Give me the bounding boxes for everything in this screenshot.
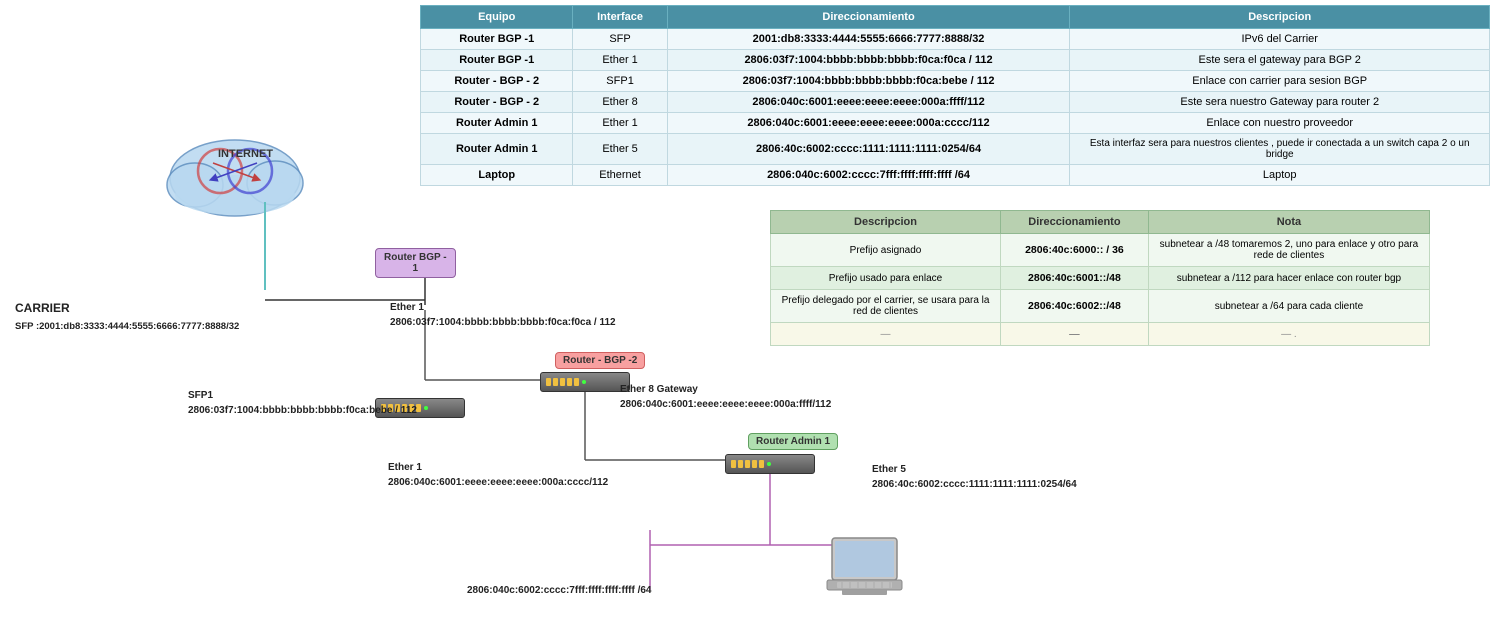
col-header-interface: Interface <box>573 6 667 29</box>
laptop-icon <box>822 533 912 608</box>
cell-direccionamiento: 2806:040c:6002:cccc:7fff:ffff:ffff:ffff … <box>667 165 1070 186</box>
lower-cell-nota: subnetear a /64 para cada cliente <box>1148 290 1429 323</box>
cell-descripcion: Enlace con nuestro proveedor <box>1070 113 1490 134</box>
cell-direccionamiento: 2806:03f7:1004:bbbb:bbbb:bbbb:f0ca:f0ca … <box>667 50 1070 71</box>
carrier-label: CARRIER SFP :2001:db8:3333:4444:5555:666… <box>15 300 239 334</box>
lower-cell-dir: 2806:40c:6002::/48 <box>1001 290 1149 323</box>
cell-equipo: Router - BGP - 2 <box>421 92 573 113</box>
cell-descripcion: IPv6 del Carrier <box>1070 29 1490 50</box>
col-header-equipo: Equipo <box>421 6 573 29</box>
cell-direccionamiento: 2001:db8:3333:4444:5555:6666:7777:8888/3… <box>667 29 1070 50</box>
cell-equipo: Router Admin 1 <box>421 134 573 165</box>
lower-cell-desc: Prefijo delegado por el carrier, se usar… <box>771 290 1001 323</box>
lower-cell-nota: subnetear a /112 para hacer enlace con r… <box>1148 267 1429 290</box>
table-row: Router - BGP - 2 Ether 8 2806:040c:6001:… <box>421 92 1490 113</box>
table-row: Laptop Ethernet 2806:040c:6002:cccc:7fff… <box>421 165 1490 186</box>
cell-interface: Ether 8 <box>573 92 667 113</box>
cell-equipo: Router - BGP - 2 <box>421 71 573 92</box>
cell-interface: Ether 5 <box>573 134 667 165</box>
lower-cell-dir: 2806:40c:6000:: / 36 <box>1001 234 1149 267</box>
cell-direccionamiento: 2806:03f7:1004:bbbb:bbbb:bbbb:f0ca:bebe … <box>667 71 1070 92</box>
lower-col-nota: Nota <box>1148 211 1429 234</box>
carrier-text: CARRIER <box>15 301 70 315</box>
lower-cell-desc: Prefijo asignado <box>771 234 1001 267</box>
router-bgp2-label: Router - BGP -2 <box>555 352 645 369</box>
lower-table-row: Prefijo usado para enlace 2806:40c:6001:… <box>771 267 1430 290</box>
cell-descripcion: Laptop <box>1070 165 1490 186</box>
cell-descripcion: Esta interfaz sera para nuestros cliente… <box>1070 134 1490 165</box>
router-admin1-label: Router Admin 1 <box>748 433 838 450</box>
lower-col-desc: Descripcion <box>771 211 1001 234</box>
lower-cell-dir: — <box>1001 323 1149 346</box>
lower-table-section: Descripcion Direccionamiento Nota Prefij… <box>770 210 1430 346</box>
ether5-label: Ether 5 2806:40c:6002:cccc:1111:1111:111… <box>872 462 1077 492</box>
ether1-bgp1-label: Ether 1 2806:03f7:1004:bbbb:bbbb:bbbb:f0… <box>390 300 616 330</box>
sfp1-bgp2-label: SFP1 2806:03f7:1004:bbbb:bbbb:bbbb:f0ca:… <box>188 388 417 418</box>
ether8-label: Ether 8 Gateway 2806:040c:6001:eeee:eeee… <box>620 382 831 412</box>
cell-direccionamiento: 2806:040c:6001:eeee:eeee:eeee:000a:ffff/… <box>667 92 1070 113</box>
cell-descripcion: Este sera nuestro Gateway para router 2 <box>1070 92 1490 113</box>
table-row: Router Admin 1 Ether 1 2806:040c:6001:ee… <box>421 113 1490 134</box>
lower-table-row: Prefijo delegado por el carrier, se usar… <box>771 290 1430 323</box>
cell-direccionamiento: 2806:40c:6002:cccc:1111:1111:1111:0254/6… <box>667 134 1070 165</box>
router-bgp1-label: Router BGP -1 <box>375 248 456 278</box>
lower-table-row: — — — . <box>771 323 1430 346</box>
lower-cell-dir: 2806:40c:6001::/48 <box>1001 267 1149 290</box>
lower-cell-desc: Prefijo usado para enlace <box>771 267 1001 290</box>
table-row: Router BGP -1 SFP 2001:db8:3333:4444:555… <box>421 29 1490 50</box>
cell-equipo: Router BGP -1 <box>421 29 573 50</box>
col-header-descripcion: Descripcion <box>1070 6 1490 29</box>
table-row: Router Admin 1 Ether 5 2806:40c:6002:ccc… <box>421 134 1490 165</box>
laptop-addr-label: 2806:040c:6002:cccc:7fff:ffff:ffff:ffff … <box>467 585 652 596</box>
col-header-direccionamiento: Direccionamiento <box>667 6 1070 29</box>
cell-interface: Ether 1 <box>573 113 667 134</box>
main-table-section: Equipo Interface Direccionamiento Descri… <box>420 5 1490 186</box>
cell-equipo: Laptop <box>421 165 573 186</box>
table-row: Router - BGP - 2 SFP1 2806:03f7:1004:bbb… <box>421 71 1490 92</box>
internet-label: INTERNET <box>218 148 273 160</box>
ether1-admin1-label: Ether 1 2806:040c:6001:eeee:eeee:eeee:00… <box>388 460 608 490</box>
cell-equipo: Router Admin 1 <box>421 113 573 134</box>
router-admin1-device <box>725 454 815 474</box>
cell-interface: SFP1 <box>573 71 667 92</box>
cell-equipo: Router BGP -1 <box>421 50 573 71</box>
lower-cell-nota: — . <box>1148 323 1429 346</box>
lower-col-dir: Direccionamiento <box>1001 211 1149 234</box>
cell-direccionamiento: 2806:040c:6001:eeee:eeee:eeee:000a:cccc/… <box>667 113 1070 134</box>
lower-cell-nota: subnetear a /48 tomaremos 2, uno para en… <box>1148 234 1429 267</box>
lower-table: Descripcion Direccionamiento Nota Prefij… <box>770 210 1430 346</box>
cell-interface: Ether 1 <box>573 50 667 71</box>
cell-descripcion: Este sera el gateway para BGP 2 <box>1070 50 1490 71</box>
lower-table-row: Prefijo asignado 2806:40c:6000:: / 36 su… <box>771 234 1430 267</box>
cell-interface: Ethernet <box>573 165 667 186</box>
main-table: Equipo Interface Direccionamiento Descri… <box>420 5 1490 186</box>
cell-descripcion: Enlace con carrier para sesion BGP <box>1070 71 1490 92</box>
carrier-sfp-addr: SFP :2001:db8:3333:4444:5555:6666:7777:8… <box>15 321 239 332</box>
cell-interface: SFP <box>573 29 667 50</box>
lower-cell-desc: — <box>771 323 1001 346</box>
table-row: Router BGP -1 Ether 1 2806:03f7:1004:bbb… <box>421 50 1490 71</box>
router-bgp2-device <box>540 372 630 392</box>
